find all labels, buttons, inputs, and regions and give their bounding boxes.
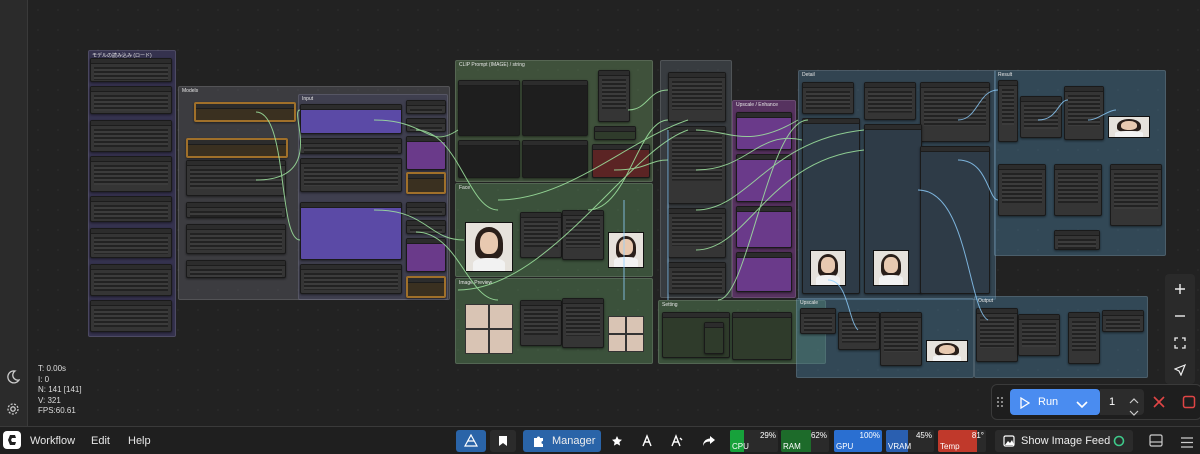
zoom-out-icon[interactable] (1165, 303, 1195, 329)
play-icon (1020, 396, 1031, 414)
node-icon (642, 434, 652, 447)
chevron-down-icon[interactable] (1129, 404, 1139, 422)
vram-monitor: VRAM 45% (886, 430, 934, 452)
menu-bar: Workflow Edit Help Manager CPU 29% RAM 6… (0, 426, 1200, 454)
vram-label: VRAM (888, 442, 912, 451)
stat-time: T: 0.00s (38, 364, 67, 373)
ram-value: 62% (810, 431, 827, 440)
batch-count-stepper[interactable]: 1 (1100, 389, 1144, 416)
graph-stats: T: 0.00s I: 0 N: 141 [141] V: 321 FPS:60… (38, 364, 82, 417)
menu-edit[interactable]: Edit (91, 435, 110, 447)
chevron-down-icon[interactable] (1076, 397, 1088, 415)
bookmark-button[interactable] (490, 430, 516, 452)
zoom-in-icon[interactable] (1165, 276, 1195, 302)
menu-workflow[interactable]: Workflow (30, 435, 75, 447)
connection-wires (255, 89, 1117, 331)
app-logo-icon[interactable] (3, 431, 21, 449)
cpu-value: 29% (759, 431, 776, 440)
node-alt-icon (671, 434, 683, 447)
temp-value: 81° (971, 431, 984, 440)
workflow-templates-button[interactable] (456, 430, 486, 452)
ram-monitor: RAM 62% (781, 430, 829, 452)
manager-button[interactable]: Manager (523, 430, 601, 452)
bookmark-icon (499, 436, 507, 446)
gpu-monitor: GPU 100% (834, 430, 882, 452)
puzzle-icon (534, 436, 543, 447)
drag-handle-icon[interactable] (996, 395, 1004, 409)
ram-label: RAM (783, 442, 801, 451)
run-button[interactable]: Run (1010, 389, 1100, 415)
show-image-feed-label: Show Image Feed (1021, 435, 1111, 447)
cpu-label: CPU (732, 442, 749, 451)
canvas-zoom-controls (1165, 274, 1195, 384)
graph-icon (463, 434, 479, 447)
gpu-label: GPU (836, 442, 854, 451)
share-icon (703, 436, 715, 446)
stat-fps: FPS:60.61 (38, 406, 76, 415)
image-icon (1003, 435, 1015, 447)
manager-label: Manager (552, 435, 596, 447)
star-icon (612, 436, 622, 446)
navigate-icon[interactable] (1165, 357, 1195, 383)
cpu-monitor: CPU 29% (730, 430, 778, 452)
stat-nodes: N: 141 [141] (38, 385, 82, 394)
share-button[interactable] (698, 430, 720, 452)
temp-monitor: Temp 81° (938, 430, 986, 452)
feed-status-icon (1113, 435, 1125, 447)
batch-count-value: 1 (1109, 396, 1116, 408)
moon-icon[interactable] (4, 368, 22, 386)
menu-help[interactable]: Help (128, 435, 151, 447)
temp-label: Temp (940, 442, 960, 451)
node-tool-button[interactable] (636, 430, 658, 452)
fit-view-icon[interactable] (1165, 330, 1195, 356)
run-toolbar: Run 1 (991, 384, 1200, 420)
run-label: Run (1038, 396, 1059, 408)
gpu-value: 100% (859, 431, 880, 440)
vram-value: 45% (915, 431, 932, 440)
hamburger-menu-icon[interactable] (1180, 435, 1194, 453)
stat-vertices: V: 321 (38, 395, 61, 405)
left-sidebar (0, 0, 28, 426)
show-image-feed-button[interactable]: Show Image Feed (995, 430, 1133, 452)
panel-toggle-icon[interactable] (1149, 434, 1163, 452)
node-graph-canvas[interactable]: モデルの読み込み (ロード) Models Input CLIP Prompt … (28, 0, 1200, 426)
gear-icon[interactable] (4, 400, 22, 418)
stop-icon[interactable] (1182, 395, 1196, 414)
node-tool-alt-button[interactable] (666, 430, 688, 452)
favorites-button[interactable] (606, 430, 628, 452)
stat-iterations: I: 0 (38, 374, 50, 384)
cancel-icon[interactable] (1152, 395, 1166, 414)
